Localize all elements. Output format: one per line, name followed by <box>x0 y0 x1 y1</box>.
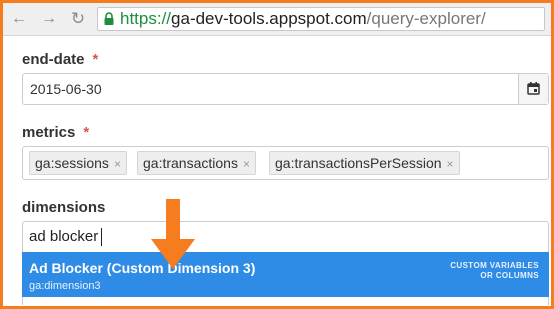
suggestion-item[interactable]: Ad Blocker (Custom Dimension 3) ga:dimen… <box>22 252 549 297</box>
dropdown-bottom <box>22 297 549 305</box>
address-bar[interactable]: https://ga-dev-tools.appspot.com/query-e… <box>97 7 545 31</box>
required-mark: * <box>92 51 99 68</box>
end-date-field[interactable]: 2015-06-30 <box>22 73 549 105</box>
url-path: /query-explorer/ <box>366 9 486 28</box>
suggestion-title: Ad Blocker (Custom Dimension 3) <box>29 260 256 276</box>
required-mark: * <box>83 124 90 141</box>
dimensions-field[interactable]: ad blocker <box>22 221 549 252</box>
remove-tag-icon[interactable]: × <box>447 157 454 171</box>
url-scheme: https:// <box>120 9 172 28</box>
browser-toolbar: ← → ↻ https://ga-dev-tools.appspot.com/q… <box>3 3 551 36</box>
metric-tag-label: ga:transactionsPerSession <box>275 155 442 171</box>
end-date-label: end-date * <box>22 51 98 68</box>
metrics-label: metrics * <box>22 124 89 141</box>
reload-icon[interactable]: ↻ <box>67 9 89 29</box>
end-date-value: 2015-06-30 <box>30 81 102 97</box>
metric-tag: ga:transactionsPerSession × <box>269 151 460 175</box>
metrics-field[interactable]: ga:sessions × ga:transactions × ga:transac… <box>22 146 549 180</box>
url-text: https://ga-dev-tools.appspot.com/query-e… <box>120 8 486 30</box>
dimensions-input-value: ad blocker <box>29 228 99 245</box>
arrow-down-icon <box>151 199 195 269</box>
metric-tag-label: ga:sessions <box>35 155 109 171</box>
metrics-label-text: metrics <box>22 124 76 141</box>
calendar-button[interactable] <box>518 74 548 104</box>
arrow-left-icon[interactable]: ← <box>8 9 30 29</box>
text-caret <box>101 228 102 246</box>
dimensions-label: dimensions <box>22 199 105 216</box>
metric-tag-label: ga:transactions <box>143 155 238 171</box>
lock-icon <box>104 12 114 25</box>
metric-tag: ga:sessions × <box>29 151 127 175</box>
dimensions-label-text: dimensions <box>22 199 106 216</box>
suggestion-category-line: OR COLUMNS <box>480 271 539 280</box>
remove-tag-icon[interactable]: × <box>114 157 121 171</box>
screenshot-frame: ← → ↻ https://ga-dev-tools.appspot.com/q… <box>0 0 554 309</box>
end-date-label-text: end-date <box>22 51 85 68</box>
arrow-right-icon[interactable]: → <box>38 9 60 29</box>
url-host: ga-dev-tools.appspot.com <box>171 9 367 28</box>
suggestion-id: ga:dimension3 <box>29 280 101 292</box>
suggestion-category: CUSTOM VARIABLES OR COLUMNS <box>429 261 539 281</box>
metric-tag: ga:transactions × <box>137 151 256 175</box>
remove-tag-icon[interactable]: × <box>243 157 250 171</box>
calendar-icon <box>527 82 540 95</box>
suggestion-category-line: CUSTOM VARIABLES <box>450 261 539 270</box>
